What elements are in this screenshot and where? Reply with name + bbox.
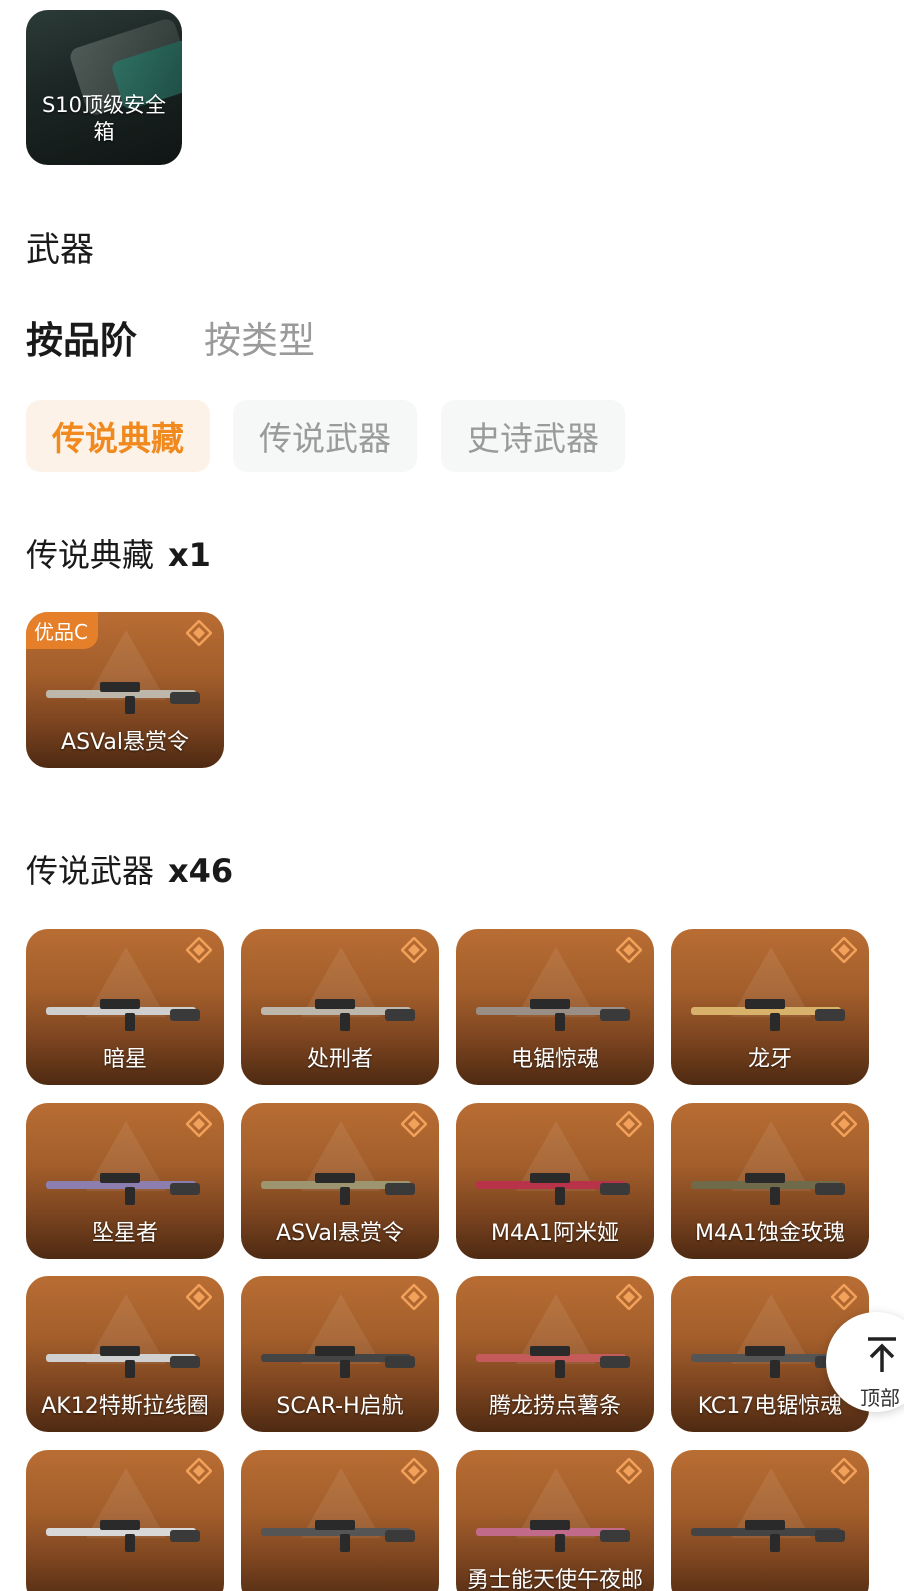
diamond-icon [186, 1458, 212, 1484]
diamond-icon [616, 1284, 642, 1310]
group-title: 传说武器 [26, 852, 155, 890]
weapon-card[interactable]: 腾龙捞点薯条 [456, 1276, 654, 1432]
diamond-icon [401, 1111, 427, 1137]
weapon-name: 暗星 [102, 1047, 147, 1072]
weapon-name: 坠星者 [91, 1221, 158, 1246]
weapon-name: ASVal悬赏令 [61, 730, 189, 755]
group-count: x1 [168, 536, 211, 574]
weapon-image [46, 682, 200, 714]
weapon-image [691, 999, 845, 1031]
diamond-icon [186, 1111, 212, 1137]
diamond-icon [401, 1458, 427, 1484]
weapon-card[interactable]: M4A1蚀金玫瑰 [671, 1103, 869, 1259]
weapon-card[interactable]: 暗星 [26, 929, 224, 1085]
weapon-image [476, 999, 630, 1031]
weapon-card[interactable]: AK12特斯拉线圈 [26, 1276, 224, 1432]
group-title: 传说典藏 [26, 536, 155, 574]
diamond-icon [831, 937, 857, 963]
quality-badge: 优品C [26, 612, 98, 649]
chip-label: 传说武器 [259, 419, 391, 458]
weapon-image [46, 1173, 200, 1205]
weapon-name: SCAR-H启航 [276, 1394, 404, 1419]
weapon-name: M4A1蚀金玫瑰 [694, 1221, 846, 1246]
weapon-image [691, 1520, 845, 1552]
weapon-image [46, 1520, 200, 1552]
weapon-image [476, 1173, 630, 1205]
group-count: x46 [168, 852, 234, 890]
diamond-icon [831, 1111, 857, 1137]
weapon-card[interactable] [26, 1450, 224, 1591]
weapon-card[interactable]: 处刑者 [241, 929, 439, 1085]
weapon-name: ASVal悬赏令 [276, 1221, 404, 1246]
weapon-card[interactable]: SCAR-H启航 [241, 1276, 439, 1432]
section-title: 武器 [26, 230, 94, 270]
diamond-icon [616, 937, 642, 963]
back-to-top-label: 顶部 [860, 1386, 900, 1410]
chip-epic-weapons[interactable]: 史诗武器 [441, 400, 625, 472]
diamond-icon [401, 1284, 427, 1310]
weapon-name: M4A1阿米娅 [490, 1221, 620, 1246]
weapon-image [261, 999, 415, 1031]
weapon-card[interactable]: ASVal悬赏令 [241, 1103, 439, 1259]
diamond-icon [616, 1458, 642, 1484]
weapon-name: 电锯惊魂 [510, 1047, 599, 1072]
weapon-card[interactable]: 龙牙 [671, 929, 869, 1085]
weapon-image [46, 1346, 200, 1378]
chip-label: 史诗武器 [467, 419, 599, 458]
weapon-card[interactable]: ASVal悬赏令 优品C [26, 612, 224, 768]
weapon-name: AK12特斯拉线圈 [41, 1394, 209, 1419]
weapon-card[interactable]: 坠星者 [26, 1103, 224, 1259]
safe-box-label: S10顶级安全箱 [41, 93, 167, 144]
weapon-image [46, 999, 200, 1031]
group-heading-legendary-weapons: 传说武器 x46 [26, 846, 233, 892]
weapon-card[interactable]: 勇士能天使午夜邮 [456, 1450, 654, 1591]
diamond-icon [401, 937, 427, 963]
weapon-image [691, 1173, 845, 1205]
weapon-card[interactable]: M4A1阿米娅 [456, 1103, 654, 1259]
weapon-name: 勇士能天使午夜邮 [466, 1568, 643, 1591]
weapon-image [261, 1520, 415, 1552]
chip-legendary-collection[interactable]: 传说典藏 [26, 400, 210, 472]
weapon-name: 腾龙捞点薯条 [488, 1394, 621, 1419]
weapon-image [261, 1173, 415, 1205]
weapon-image [476, 1520, 630, 1552]
diamond-icon [186, 937, 212, 963]
tab-by-grade[interactable]: 按品阶 [26, 310, 137, 364]
diamond-icon [186, 1284, 212, 1310]
tab-by-type[interactable]: 按类型 [204, 310, 315, 364]
diamond-icon [186, 620, 212, 646]
weapon-card[interactable]: 电锯惊魂 [456, 929, 654, 1085]
chip-label: 传说典藏 [52, 419, 184, 458]
diamond-icon [831, 1458, 857, 1484]
safe-box-tile[interactable]: S10顶级安全箱 [26, 10, 182, 165]
weapon-card[interactable] [241, 1450, 439, 1591]
chip-legendary-weapons[interactable]: 传说武器 [233, 400, 417, 472]
weapon-name: 处刑者 [306, 1047, 373, 1072]
diamond-icon [616, 1111, 642, 1137]
weapon-image [261, 1346, 415, 1378]
weapon-card[interactable] [671, 1450, 869, 1591]
arrow-up-icon [868, 1337, 896, 1372]
diamond-icon [831, 1284, 857, 1310]
weapon-name: 龙牙 [747, 1047, 792, 1072]
weapon-image [476, 1346, 630, 1378]
group-heading-legendary-collection: 传说典藏 x1 [26, 530, 211, 576]
